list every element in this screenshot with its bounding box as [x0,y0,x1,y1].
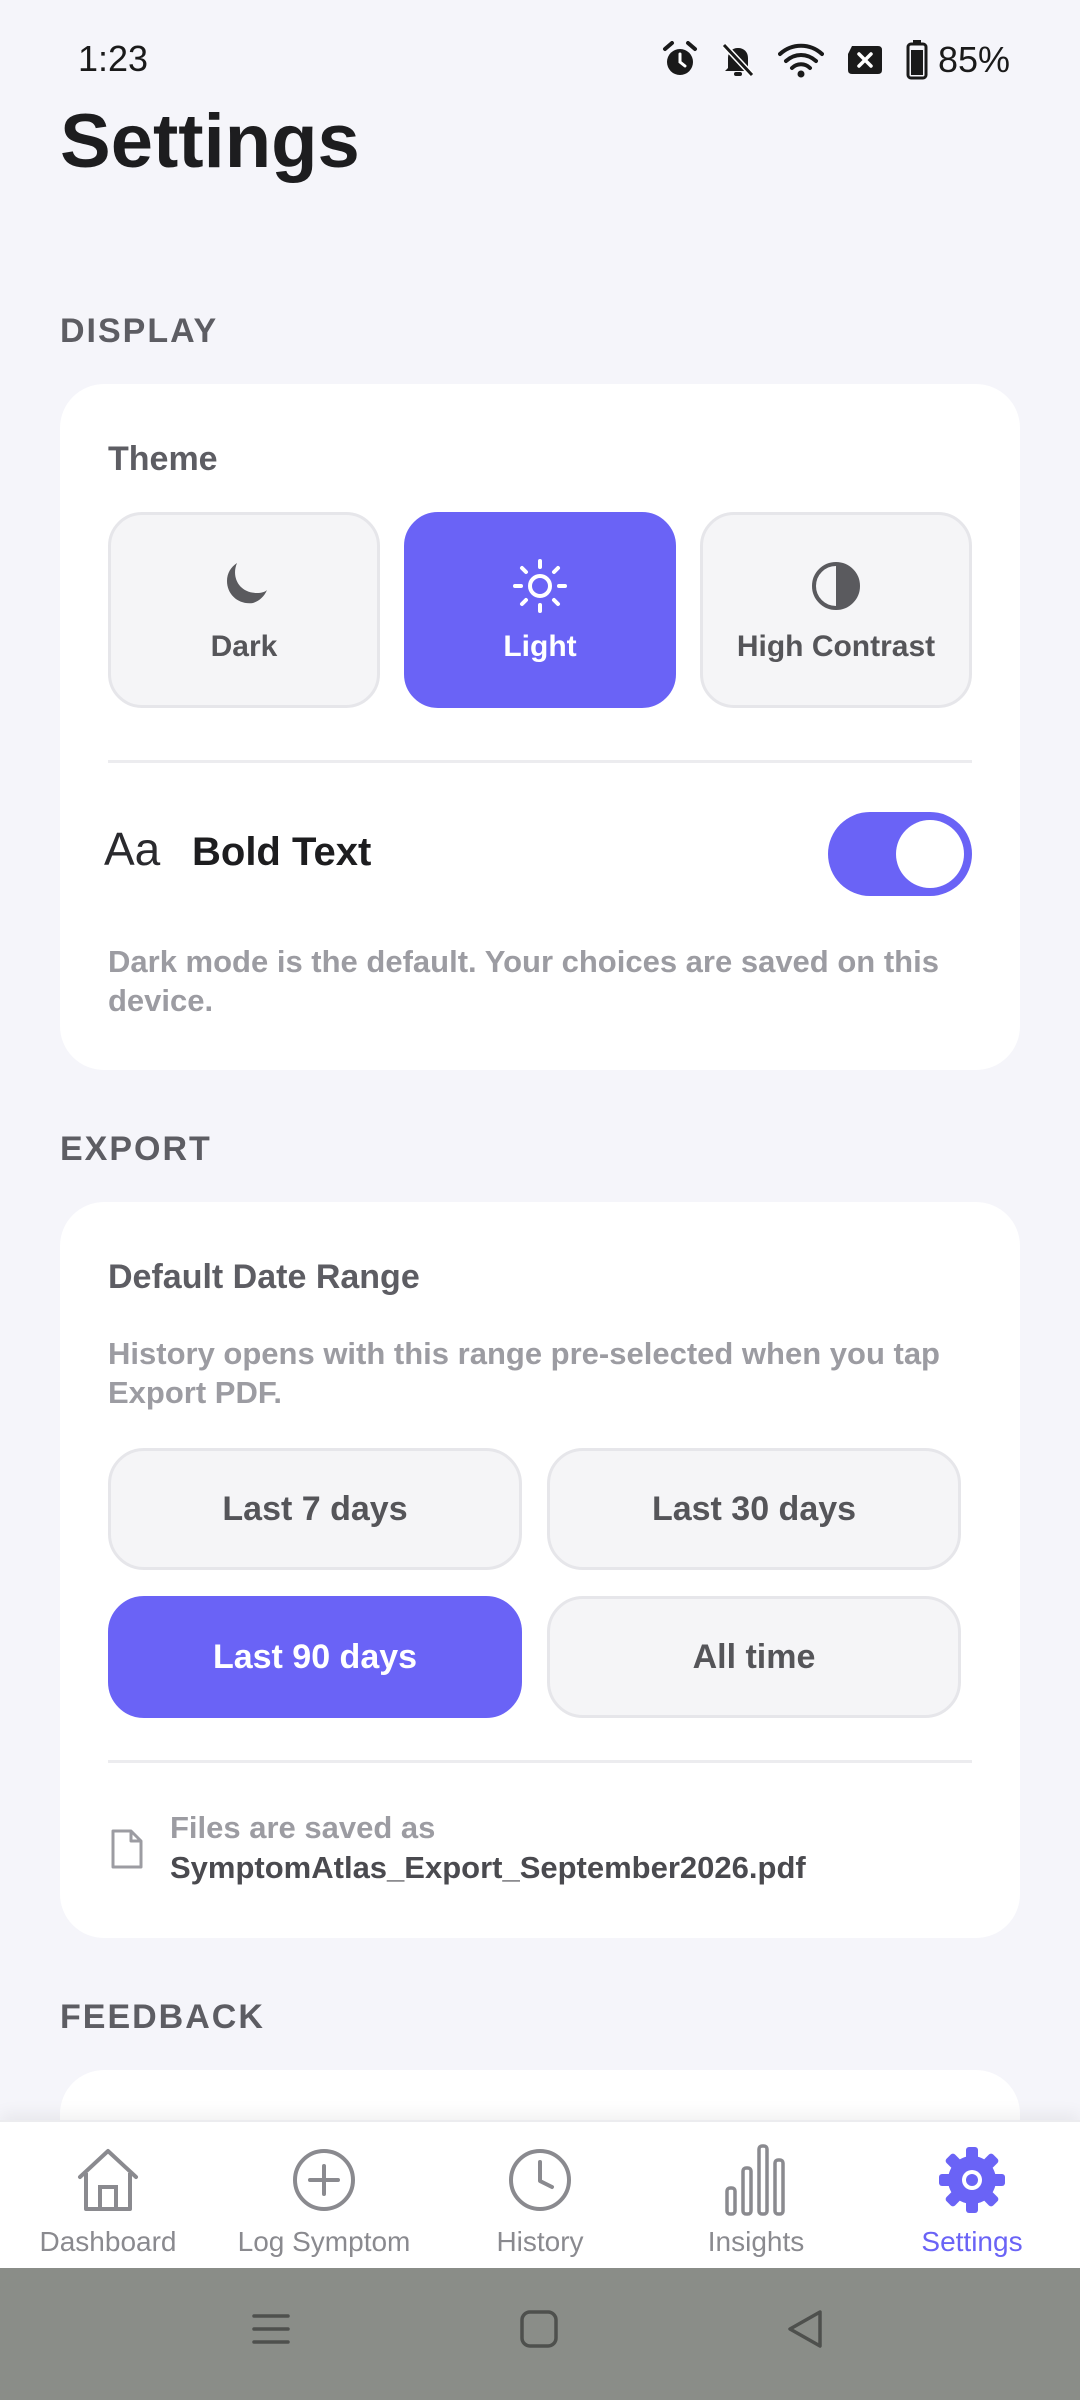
status-time: 1:23 [78,38,149,79]
theme-option-label: Dark [210,630,278,663]
nav-item-dashboard[interactable]: Dashboard [0,2122,216,2270]
nav-label: Insights [707,2226,805,2257]
toggle-knob [896,820,964,888]
battery-percentage: 85% [937,39,1010,80]
theme-option-label: High Contrast [736,630,936,663]
range-option-90-days[interactable]: Last 90 days [108,1596,522,1718]
system-navigation-bar [0,2268,1080,2400]
nav-label: History [496,2226,584,2257]
theme-option-label: Light [503,630,577,663]
theme-label: Theme [108,440,218,478]
theme-option-high-contrast[interactable]: High Contrast [700,512,972,708]
sim-error-icon [846,44,884,76]
bottom-navigation: Dashboard Log Symptom History Insights S… [0,2120,1080,2268]
nav-item-history[interactable]: History [432,2122,648,2270]
display-card: Theme Dark Light High Contrast Aa Bold T… [60,384,1020,1070]
nav-label: Dashboard [39,2226,177,2257]
nav-label: Log Symptom [237,2226,411,2257]
home-icon [72,2142,144,2218]
nav-label: Settings [921,2226,1023,2257]
nav-item-insights[interactable]: Insights [648,2122,864,2270]
clock-icon [507,2142,573,2218]
recent-apps-button[interactable] [250,2308,292,2355]
range-option-all-time[interactable]: All time [547,1596,961,1718]
alarm-icon [662,41,698,79]
gear-icon [937,2142,1007,2218]
display-helper-text: Dark mode is the default. Your choices a… [108,944,939,1018]
text-size-icon: Aa [104,823,161,875]
status-icons: 85% [662,38,1010,82]
moon-icon [217,556,271,616]
contrast-icon [810,556,862,616]
home-button[interactable] [518,2308,560,2355]
sun-icon [512,556,568,616]
file-icon [110,1828,144,1875]
feedback-section-header: FEEDBACK [60,1998,265,2036]
divider [108,760,972,763]
file-name: SymptomAtlas_Export_September2026.pdf [170,1850,806,1885]
bold-text-toggle[interactable] [828,812,972,896]
display-section-header: DISPLAY [60,312,219,350]
page-title: Settings [60,99,360,184]
bell-off-icon [720,41,756,79]
battery-icon [906,40,928,80]
export-section-header: EXPORT [60,1130,212,1168]
theme-option-dark[interactable]: Dark [108,512,380,708]
plus-circle-icon [291,2142,357,2218]
bold-text-label: Bold Text [192,830,372,874]
range-option-30-days[interactable]: Last 30 days [547,1448,961,1570]
theme-option-light[interactable]: Light [404,512,676,708]
export-helper-text: History opens with this range pre-select… [108,1336,940,1410]
nav-item-log-symptom[interactable]: Log Symptom [216,2122,432,2270]
range-option-7-days[interactable]: Last 7 days [108,1448,522,1570]
export-card: Default Date Range History opens with th… [60,1202,1020,1938]
bar-chart-icon [723,2142,789,2218]
nav-item-settings[interactable]: Settings [864,2122,1080,2270]
date-range-label: Default Date Range [108,1258,420,1296]
back-button[interactable] [784,2308,826,2355]
divider [108,1760,972,1763]
file-saved-label: Files are saved as [170,1810,436,1845]
wifi-icon [777,42,824,78]
